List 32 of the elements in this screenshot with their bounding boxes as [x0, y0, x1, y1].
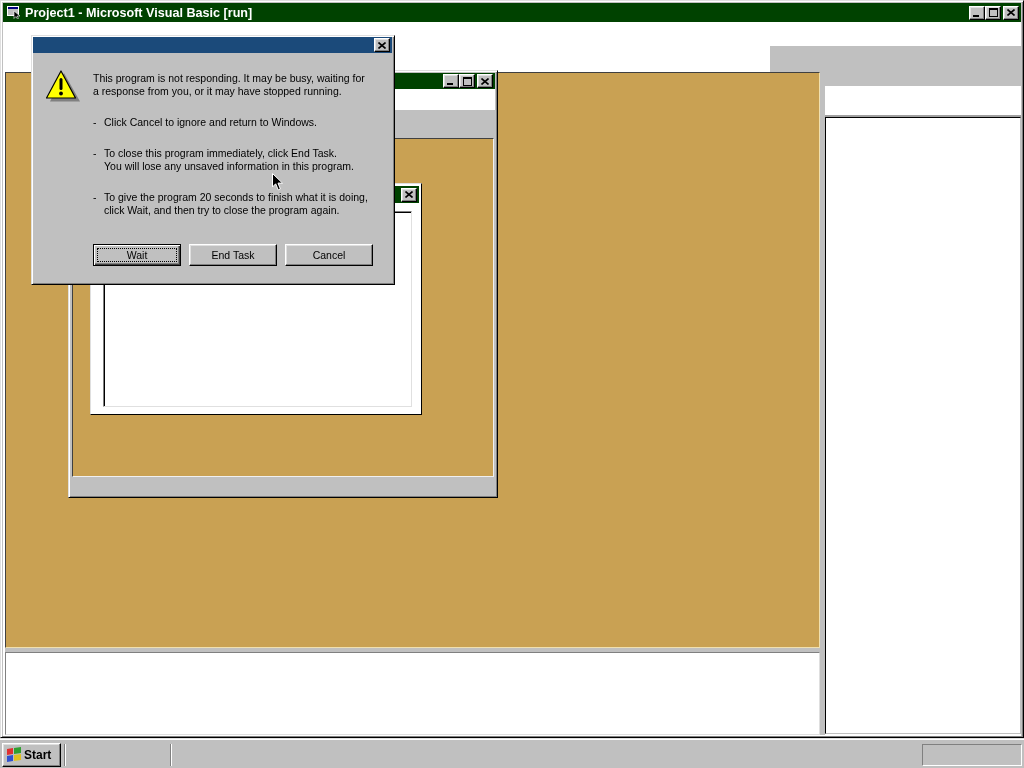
bullet-marker: - — [93, 191, 98, 205]
dialog-button[interactable]: End Task — [189, 244, 277, 266]
bullet-text: To give the program 20 seconds to finish what it is doing, click Wait, and then try to close the program again. — [104, 191, 368, 217]
close-icon — [378, 41, 386, 49]
cursor-icon — [272, 173, 284, 191]
bullet-text: Click Cancel to ignore and return to Windows. — [104, 116, 317, 129]
close-button[interactable] — [477, 74, 493, 88]
maximize-button[interactable] — [459, 74, 475, 88]
minimize-icon — [973, 14, 979, 17]
window-icon — [7, 6, 21, 19]
minimize-button[interactable] — [969, 5, 985, 20]
bullet-marker: - — [93, 147, 98, 161]
close-icon — [405, 191, 413, 198]
maximize-icon — [462, 76, 472, 86]
close-button[interactable] — [374, 38, 390, 52]
minimize-icon — [447, 83, 453, 85]
dialog-button[interactable]: Wait — [93, 244, 181, 266]
dialog-message: This program is not responding. It may be busy, waiting for a response from you, or it may have stopped running. — [93, 72, 366, 98]
close-icon — [481, 77, 489, 85]
start-button[interactable]: Start — [2, 742, 61, 767]
close-button[interactable] — [401, 187, 417, 202]
flag-icon — [6, 747, 22, 762]
bullet-marker: - — [93, 116, 98, 129]
warning-icon — [46, 70, 81, 102]
bullet-text: To close this program immediately, click End Task. You will lose any unsaved information in this program. — [104, 147, 354, 173]
dialog-button[interactable]: Cancel — [285, 244, 373, 266]
maximize-icon — [988, 8, 998, 17]
minimize-button[interactable] — [443, 74, 459, 88]
close-button[interactable] — [1003, 5, 1019, 20]
window-title: Project1 - Microsoft Visual Basic [run] — [25, 5, 253, 20]
close-icon — [1007, 9, 1015, 16]
maximize-button[interactable] — [985, 5, 1001, 20]
